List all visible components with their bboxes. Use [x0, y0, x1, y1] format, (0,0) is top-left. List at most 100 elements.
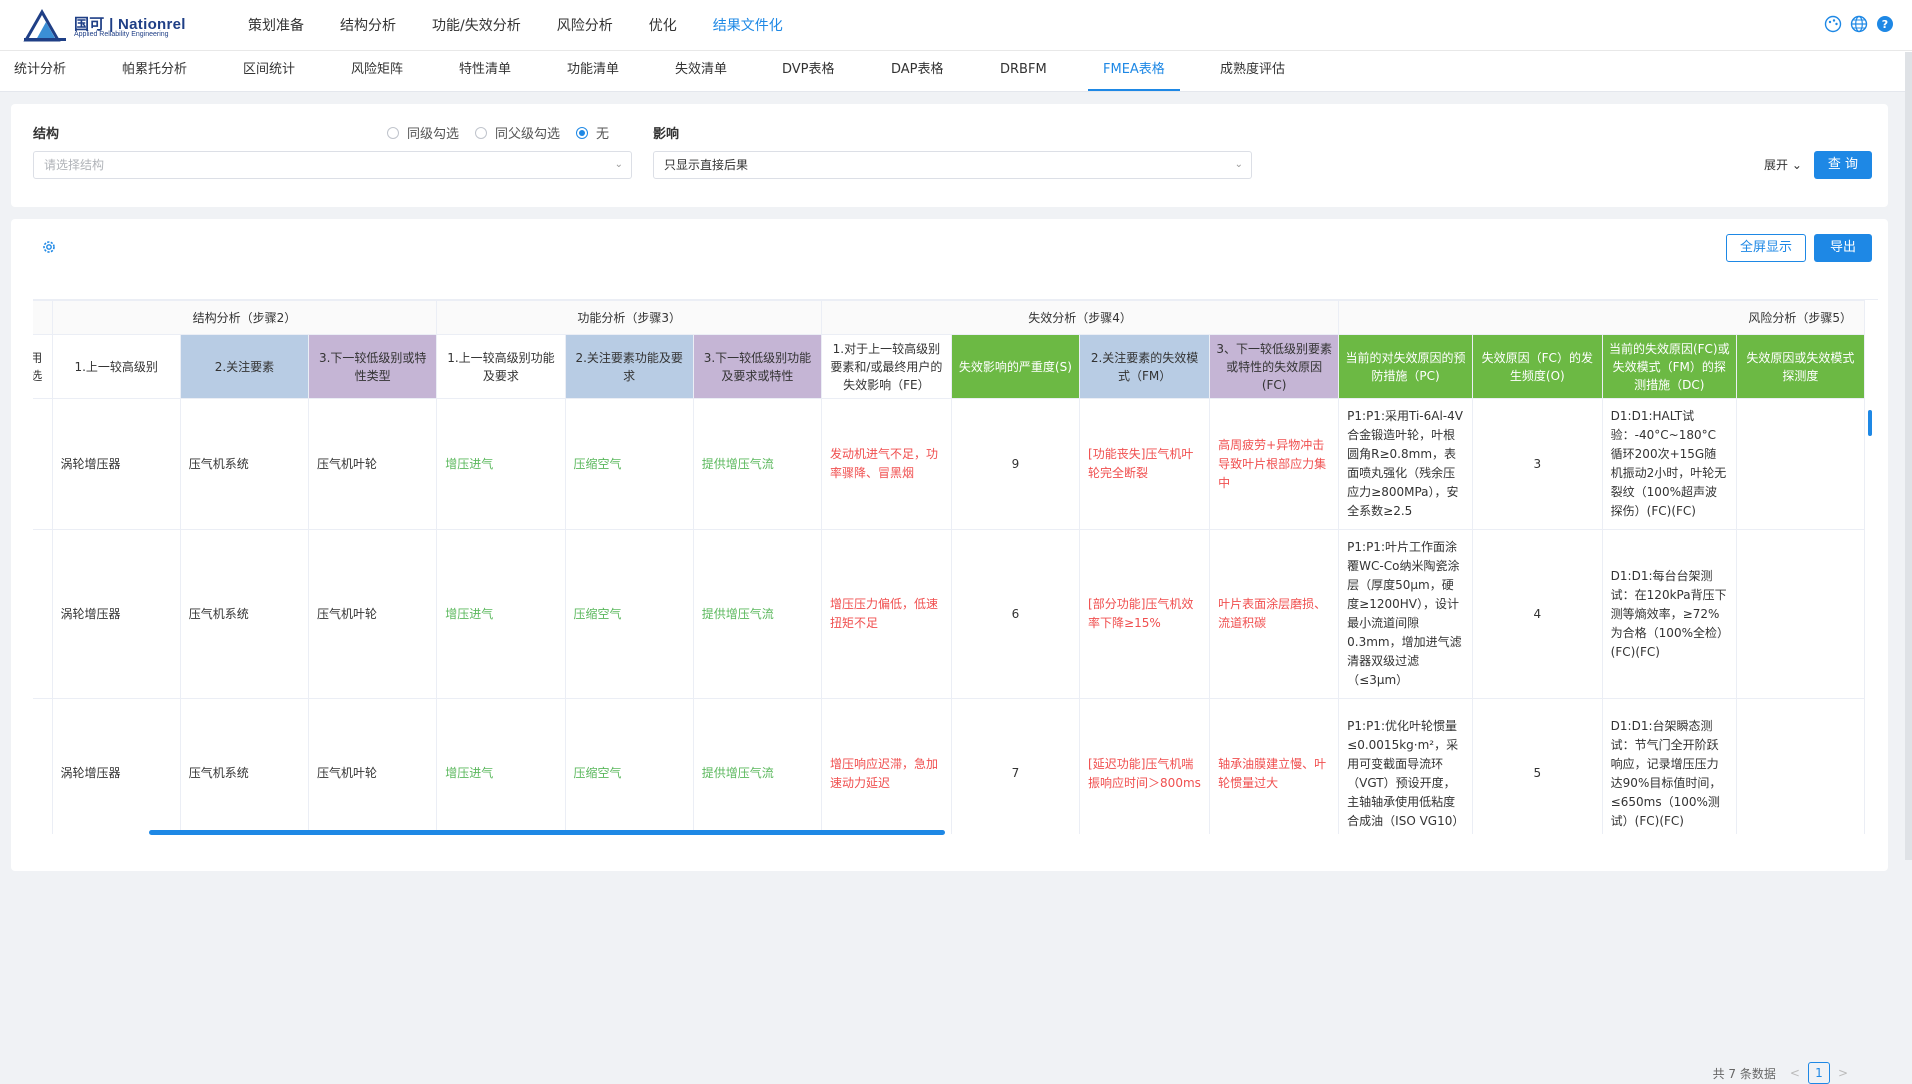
total-count: 共 7 条数据: [1712, 1066, 1776, 1081]
column-header: 3.下一较低级别或特性类型: [308, 334, 438, 399]
fmea-table: 结构分析（步骤2） 功能分析（步骤3） 失效分析（步骤4） 风险分析（步骤5） …: [33, 299, 1878, 834]
cell: 增压响应迟滞，急加速动力延迟: [821, 698, 952, 834]
logo-mark-icon: [23, 8, 66, 42]
cell: 压气机系统: [179, 398, 310, 530]
page-number-current[interactable]: 1: [1807, 1062, 1830, 1084]
tab-drbfm[interactable]: DRBFM: [1000, 51, 1047, 89]
tab-risk-matrix[interactable]: 风险矩阵: [351, 51, 403, 89]
cell: P1:P1:叶片工作面涂覆WC-Co纳米陶瓷涂层（厚度50μm，硬度≥1200H…: [1338, 529, 1473, 699]
main-nav-item-optimization[interactable]: 优化: [631, 0, 695, 50]
main-nav-item-planning[interactable]: 策划准备: [230, 0, 322, 50]
structure-select[interactable]: 请选择结构 ⌄: [33, 151, 632, 179]
cell: 提供增压气流: [692, 698, 823, 834]
brand-subtitle: Applied Reliability Engineering: [74, 31, 169, 38]
radio-label: 无: [596, 127, 610, 142]
cell: 增压进气: [436, 698, 566, 834]
cell: 涡轮增压器: [51, 529, 181, 699]
page-scrollbar-track[interactable]: [1905, 52, 1912, 860]
effect-label: 影响: [653, 127, 680, 142]
tab-interval[interactable]: 区间统计: [243, 51, 295, 89]
cell: 压气机叶轮: [308, 698, 438, 834]
cell: 4: [1471, 529, 1603, 699]
effect-select[interactable]: 只显示直接后果 ⌄: [653, 151, 1252, 179]
column-header: 1.对于上一较高级别要素和/或最终用户的失效影响（FE）: [821, 334, 952, 399]
query-button[interactable]: 查 询: [1814, 151, 1872, 179]
help-icon[interactable]: ?: [1876, 15, 1894, 33]
prev-page-icon[interactable]: <: [1790, 1066, 1800, 1080]
cell: 压缩空气: [564, 529, 694, 699]
group-header-risk: 风险分析（步骤5）: [1338, 300, 1865, 335]
cell: 叶片表面涂层磨损、流道积碳: [1209, 529, 1340, 699]
globe-icon[interactable]: [1850, 15, 1868, 33]
column-header: 用选: [33, 334, 53, 399]
tab-failures[interactable]: 失效清单: [675, 51, 727, 89]
radio-same-level[interactable]: 同级勾选: [387, 123, 459, 142]
cell: [1735, 398, 1866, 530]
structure-placeholder: 请选择结构: [44, 158, 105, 172]
column-header: 2.关注要素: [179, 334, 310, 399]
cell: 压气机叶轮: [308, 398, 438, 530]
filter-panel: 结构 同级勾选 同父级勾选 无 请选择结构 ⌄ 影响 只显示直接后果 ⌄ 展开 …: [11, 104, 1888, 207]
next-page-icon[interactable]: >: [1838, 1066, 1848, 1080]
cell: 提供增压气流: [692, 529, 823, 699]
cell: 涡轮增压器: [51, 398, 181, 530]
palette-icon[interactable]: [1824, 15, 1842, 33]
main-nav-item-documentation[interactable]: 结果文件化: [695, 0, 801, 50]
tab-functions[interactable]: 功能清单: [567, 51, 619, 89]
column-header-sortable[interactable]: 失效影响的严重度(S): [950, 334, 1081, 399]
cell: [部分功能]压气机效率下降≥15%: [1079, 529, 1211, 699]
radio-same-parent[interactable]: 同父级勾选: [475, 123, 560, 142]
table-row[interactable]: 涡轮增压器 压气机系统 压气机叶轮 增压进气 压缩空气 提供增压气流 增压响应迟…: [33, 698, 1866, 834]
cell: 压气机系统: [179, 698, 310, 834]
pagination: 共 7 条数据 < 1 >: [1713, 1062, 1848, 1084]
column-header: 3.下一较低级别功能及要求或特性: [692, 334, 823, 399]
cell-select[interactable]: [33, 398, 53, 530]
tab-pareto[interactable]: 帕累托分析: [122, 51, 187, 89]
cell: 涡轮增压器: [51, 698, 181, 834]
cell: 发动机进气不足，功率骤降、冒黑烟: [821, 398, 952, 530]
tab-fmea[interactable]: FMEA表格: [1088, 51, 1180, 91]
table-row[interactable]: 涡轮增压器 压气机系统 压气机叶轮 增压进气 压缩空气 提供增压气流 发动机进气…: [33, 398, 1866, 530]
main-nav-item-risk[interactable]: 风险分析: [539, 0, 631, 50]
tab-characteristics[interactable]: 特性清单: [459, 51, 511, 89]
expand-toggle[interactable]: 展开 ⌄: [1764, 156, 1802, 173]
cell: [延迟功能]压气机喘振响应时间＞800ms: [1079, 698, 1211, 834]
chevron-down-icon: ⌄: [1791, 158, 1802, 172]
gear-icon[interactable]: [41, 239, 57, 255]
column-header: 1.上一较高级别功能及要求: [436, 334, 566, 399]
radio-none[interactable]: 无: [576, 123, 609, 142]
horizontal-scrollbar[interactable]: [149, 830, 945, 835]
main-nav-item-structure[interactable]: 结构分析: [322, 0, 414, 50]
cell: 5: [1471, 698, 1603, 834]
table-panel: 全屏显示 导出 结构分析（步骤2） 功能分析（步骤3） 失效分析（步骤4） 风险…: [11, 219, 1888, 1084]
export-button[interactable]: 导出: [1814, 234, 1872, 262]
column-header-row: 用选 1.上一较高级别 2.关注要素 3.下一较低级别或特性类型 1.上一较高级…: [33, 334, 1866, 399]
vertical-scrollbar[interactable]: [1868, 410, 1872, 436]
main-nav: 策划准备 结构分析 功能/失效分析 风险分析 优化 结果文件化: [230, 0, 801, 50]
tab-dvp[interactable]: DVP表格: [782, 51, 835, 89]
tab-maturity[interactable]: 成熟度评估: [1220, 51, 1285, 89]
cell: 压气机系统: [179, 529, 310, 699]
cell: D1:D1:每台台架测试：在120kPa背压下测等熵效率，≥72%为合格（100…: [1601, 529, 1737, 699]
main-nav-item-function-failure[interactable]: 功能/失效分析: [414, 0, 539, 50]
column-header-sortable[interactable]: 失效原因（FC）的发生频度(O): [1471, 334, 1603, 399]
cell: D1:D1:HALT试验：-40°C~180°C循环200次+15G随机振动2小…: [1601, 398, 1737, 530]
column-header: 失效原因或失效模式探测度: [1735, 334, 1866, 399]
tab-dap[interactable]: DAP表格: [891, 51, 944, 89]
chevron-down-icon: ⌄: [614, 159, 623, 170]
cell-select[interactable]: [33, 529, 53, 699]
group-header-failure: 失效分析（步骤4）: [821, 300, 1340, 335]
cell: 提供增压气流: [692, 398, 823, 530]
svg-text:?: ?: [1882, 18, 1888, 31]
table-row[interactable]: 涡轮增压器 压气机系统 压气机叶轮 增压进气 压缩空气 提供增压气流 增压压力偏…: [33, 529, 1866, 699]
cell: 增压进气: [436, 398, 566, 530]
cell: 压气机叶轮: [308, 529, 438, 699]
radio-dot: [475, 126, 488, 139]
expand-label: 展开: [1764, 158, 1789, 172]
cell-select[interactable]: [33, 698, 53, 834]
tab-statistics[interactable]: 统计分析: [14, 51, 66, 89]
brand-logo[interactable]: 国可 | Nationrel Applied Reliability Engin…: [22, 8, 192, 44]
cell: P1:P1:采用Ti-6Al-4V合金锻造叶轮，叶根圆角R≥0.8mm，表面喷丸…: [1338, 398, 1473, 530]
fullscreen-button[interactable]: 全屏显示: [1726, 234, 1806, 262]
group-header-structure: 结构分析（步骤2）: [51, 300, 438, 335]
